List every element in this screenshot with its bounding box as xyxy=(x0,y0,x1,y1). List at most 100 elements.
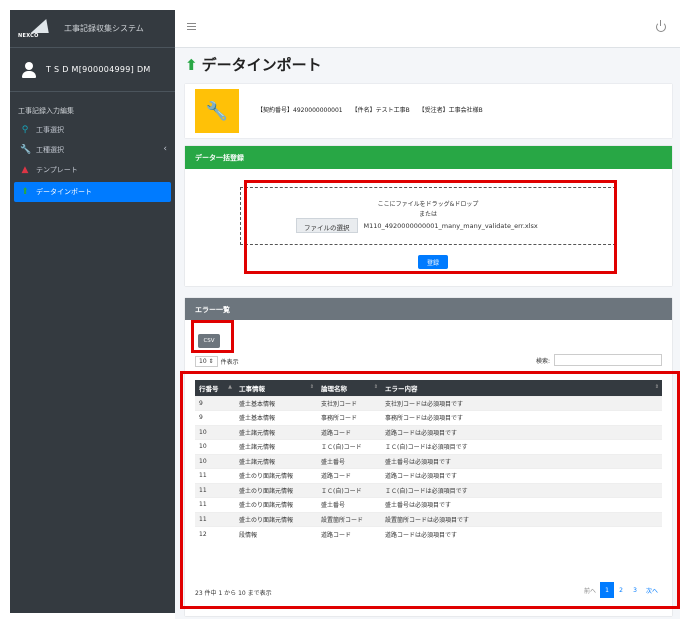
sidebar-item-construction-select[interactable]: ⚲ 工事選択 xyxy=(10,120,175,140)
csv-export-button[interactable]: CSV xyxy=(198,334,220,348)
column-header-work-info[interactable]: 工事情報 ⇕ xyxy=(235,380,317,396)
chevron-left-icon: ‹ xyxy=(163,144,167,154)
table-row: 10 盛土諸元情報 道路コード 道路コードは必須項目です xyxy=(195,424,662,440)
logo-mark xyxy=(30,18,56,33)
cell-logical-name: 事務所コード xyxy=(317,410,381,425)
cell-work-info: 盛土のり面諸元情報 xyxy=(235,511,317,527)
cell-error-content: 支社別コードは必須項目です xyxy=(381,395,662,411)
table-row: 11 盛土のり面諸元情報 ＩＣ(自)コード ＩＣ(自)コードは必須項目です xyxy=(195,482,662,498)
cell-work-info: 盛土基本情報 xyxy=(235,395,317,411)
column-header-logical-name[interactable]: 論理名称 ⇕ xyxy=(317,380,381,396)
dropzone-or: または xyxy=(418,211,437,218)
pagination-prev[interactable]: 前へ xyxy=(580,582,600,598)
pagination-page-1[interactable]: 1 xyxy=(599,582,614,598)
sidebar: NEXCO 工事記録収集システム T S D M[900004999] DM 工… xyxy=(10,10,175,613)
pagination-page-3[interactable]: 3 xyxy=(628,582,642,598)
nexco-logo: NEXCO xyxy=(18,18,58,39)
selected-file-name: M110_4920000000001_many_many_validate_er… xyxy=(363,221,538,230)
cell-row-number: 11 xyxy=(195,468,235,483)
table-row: 11 盛土のり面諸元情報 盛土番号 盛土番号は必須項目です xyxy=(195,497,662,512)
pagination-page-2[interactable]: 2 xyxy=(614,582,628,598)
sidebar-item-data-import[interactable]: ⬆ データインポート xyxy=(14,182,171,202)
nav-section-header: 工事記録入力編集 xyxy=(18,107,74,115)
brand-bar: NEXCO 工事記録収集システム xyxy=(10,10,175,48)
template-icon: ▲ xyxy=(21,165,29,175)
cell-row-number: 10 xyxy=(195,439,235,454)
table-row: 9 盛土基本情報 事務所コード 事務所コードは必須項目です xyxy=(195,410,662,425)
cell-error-content: 道路コードは必須項目です xyxy=(381,526,662,541)
cell-logical-name: 道路コード xyxy=(317,424,381,440)
cell-logical-name: 盛土番号 xyxy=(317,497,381,512)
cell-logical-name: ＩＣ(自)コード xyxy=(317,439,381,454)
contract-info-card: 🔧 【契約番号】4920000000001 【件名】テスト工事B 【受注者】工事… xyxy=(185,84,672,138)
search-input[interactable] xyxy=(554,354,662,366)
choose-file-button[interactable]: ファイルの選択 xyxy=(296,218,358,233)
top-navbar xyxy=(175,10,680,48)
sort-icon: ⇕ xyxy=(654,384,659,390)
sidebar-nav: 工事記録入力編集 ⚲ 工事選択 🔧 工種選択 ‹ ▲ テンプレート ⬆ データイ… xyxy=(10,92,175,202)
cell-row-number: 9 xyxy=(195,395,235,411)
cell-error-content: ＩＣ(自)コードは必須項目です xyxy=(381,439,662,454)
cell-error-content: ＩＣ(自)コードは必須項目です xyxy=(381,482,662,498)
column-header-error-content[interactable]: エラー内容 ⇕ xyxy=(381,380,662,396)
cell-work-info: 盛土のり面諸元情報 xyxy=(235,497,317,512)
file-dropzone[interactable]: ここにファイルをドラッグ&ドロップ または ファイルの選択 M110_49200… xyxy=(240,187,616,245)
wrench-icon: 🔧 xyxy=(20,145,32,155)
cell-work-info: 段情報 xyxy=(235,526,317,541)
table-header-row: 行番号 ▲ 工事情報 ⇕ 論理名称 ⇕ エラー内容 ⇕ xyxy=(195,380,662,396)
error-list-header: エラー一覧 xyxy=(185,298,672,320)
table-row: 11 盛土のり面諸元情報 設置箇所コード 設置箇所コードは必須項目です xyxy=(195,511,662,527)
cell-error-content: 道路コードは必須項目です xyxy=(381,468,662,483)
contract-number: 【契約番号】4920000000001 xyxy=(257,107,343,114)
cell-work-info: 盛土諸元情報 xyxy=(235,424,317,440)
pagination: 前へ 1 2 3 次へ xyxy=(580,582,662,598)
sidebar-item-template[interactable]: ▲ テンプレート xyxy=(10,160,175,180)
cell-error-content: 盛土番号は必須項目です xyxy=(381,497,662,512)
cell-error-content: 盛土番号は必須項目です xyxy=(381,453,662,469)
menu-toggle-icon[interactable] xyxy=(187,23,196,32)
page-length-select[interactable]: 10 ⇕ xyxy=(195,356,218,367)
table-row: 11 盛土のり面諸元情報 道路コード 道路コードは必須項目です xyxy=(195,468,662,483)
dropzone-instruction: ここにファイルをドラッグ&ドロップ xyxy=(377,201,479,208)
sidebar-item-work-type-select[interactable]: 🔧 工種選択 ‹ xyxy=(10,140,175,160)
user-name: T S D M[900004999] DM xyxy=(46,65,151,74)
cell-logical-name: 支社別コード xyxy=(317,395,381,411)
register-button[interactable]: 登録 xyxy=(418,255,448,269)
file-picker-row: ファイルの選択 M110_4920000000001_many_many_val… xyxy=(296,218,538,233)
table-row: 10 盛土諸元情報 ＩＣ(自)コード ＩＣ(自)コードは必須項目です xyxy=(195,439,662,454)
cell-work-info: 盛土のり面諸元情報 xyxy=(235,468,317,483)
table-search: 検索: xyxy=(536,354,662,366)
search-icon: ⚲ xyxy=(21,125,29,135)
cell-logical-name: 設置箇所コード xyxy=(317,511,381,527)
sidebar-item-label: テンプレート xyxy=(36,166,78,174)
sort-icon: ▲ xyxy=(228,384,232,390)
cell-logical-name: 盛土番号 xyxy=(317,453,381,469)
sidebar-item-label: 工種選択 xyxy=(36,146,64,154)
case-name: 【件名】テスト工事B xyxy=(351,107,410,114)
error-table: 行番号 ▲ 工事情報 ⇕ 論理名称 ⇕ エラー内容 ⇕ 9 盛土基本情報 支社別コード 支社別… xyxy=(195,380,662,541)
cell-work-info: 盛土諸元情報 xyxy=(235,439,317,454)
sort-icon: ⇕ xyxy=(373,384,378,390)
column-header-row-number[interactable]: 行番号 ▲ xyxy=(195,380,235,396)
cell-row-number: 12 xyxy=(195,526,235,541)
table-row: 12 段情報 道路コード 道路コードは必須項目です xyxy=(195,526,662,541)
cell-row-number: 11 xyxy=(195,511,235,527)
error-list-card: エラー一覧 CSV 10 ⇕ 件表示 検索: 行番号 ▲ 工事情報 ⇕ 論理名称 ⇕ … xyxy=(185,298,672,616)
cell-work-info: 盛土のり面諸元情報 xyxy=(235,482,317,498)
cell-row-number: 9 xyxy=(195,410,235,425)
table-row: 9 盛土基本情報 支社別コード 支社別コードは必須項目です xyxy=(195,395,662,411)
table-row: 10 盛土諸元情報 盛土番号 盛土番号は必須項目です xyxy=(195,453,662,469)
cell-work-info: 盛土諸元情報 xyxy=(235,453,317,469)
cell-logical-name: 道路コード xyxy=(317,468,381,483)
search-label: 検索: xyxy=(535,357,550,365)
cell-row-number: 10 xyxy=(195,424,235,440)
user-panel[interactable]: T S D M[900004999] DM xyxy=(10,48,175,92)
upload-icon: ⬆ xyxy=(21,187,29,197)
pagination-next[interactable]: 次へ xyxy=(642,582,662,598)
cell-error-content: 道路コードは必須項目です xyxy=(381,424,662,440)
user-icon xyxy=(22,61,36,78)
cell-row-number: 10 xyxy=(195,453,235,469)
cell-row-number: 11 xyxy=(195,482,235,498)
logout-power-icon[interactable] xyxy=(656,20,666,32)
cell-logical-name: 道路コード xyxy=(317,526,381,541)
